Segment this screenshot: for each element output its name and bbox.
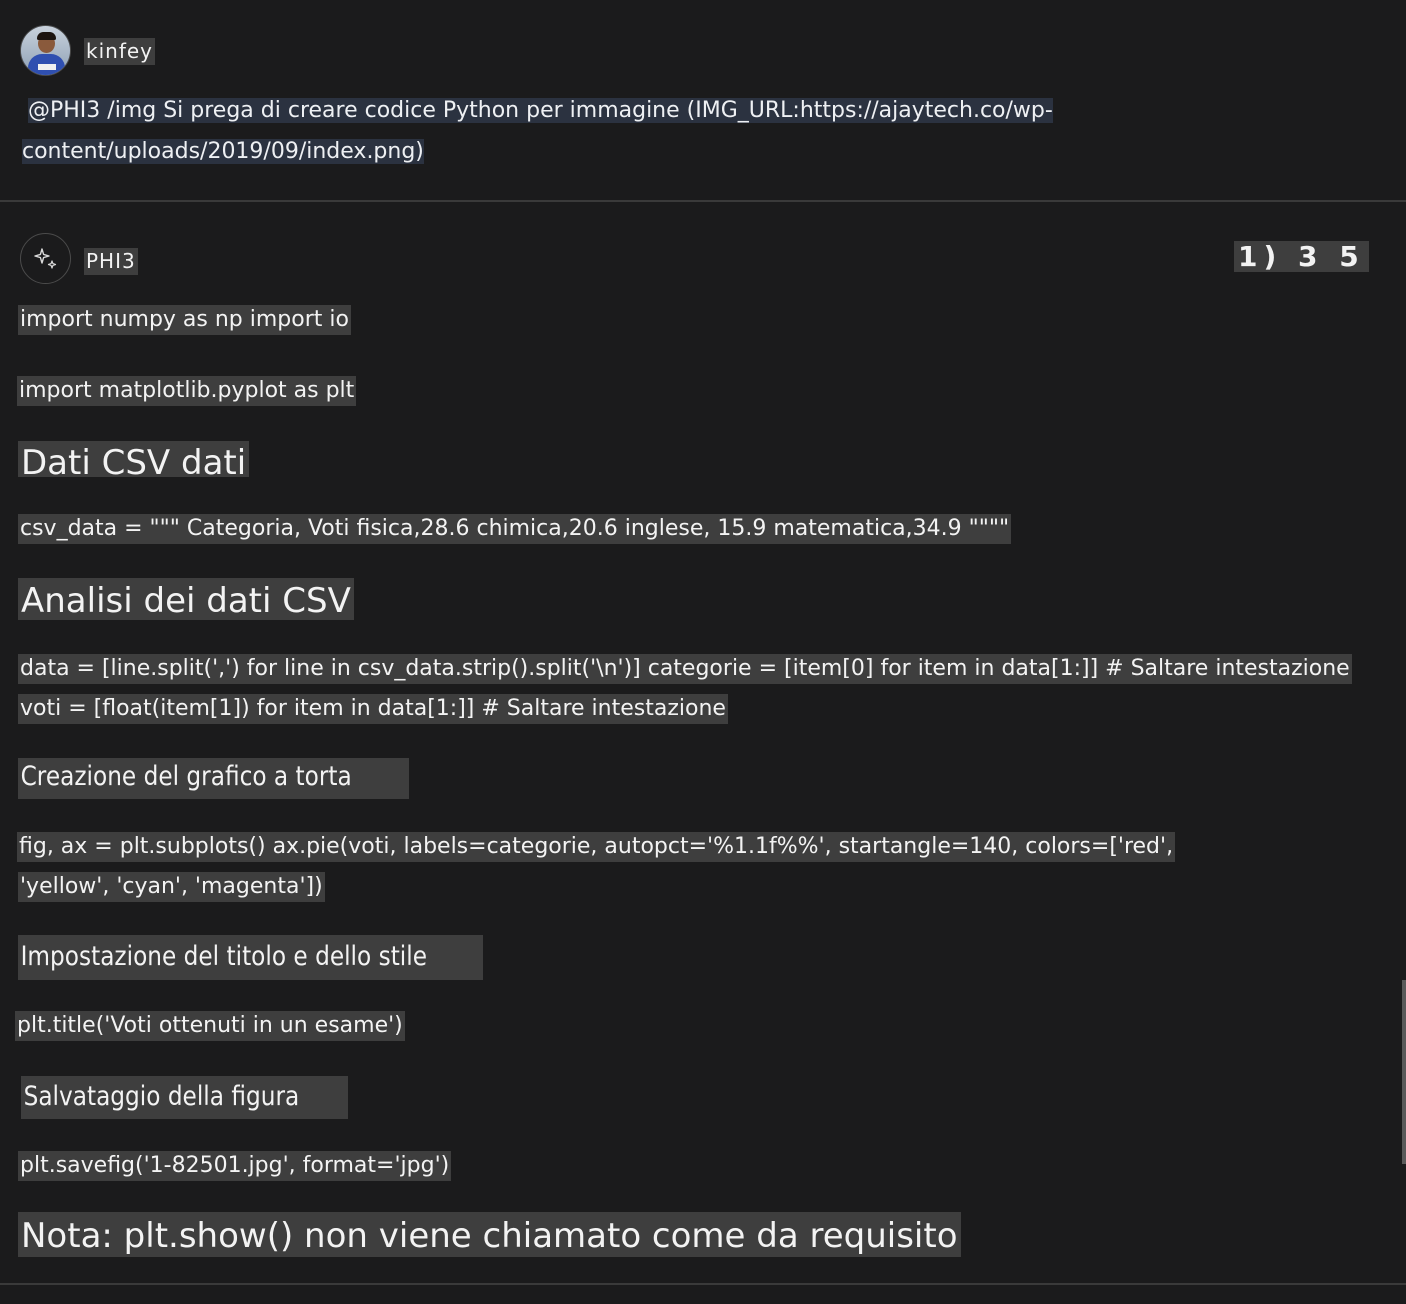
note-heading: Nota: plt.show() non viene chiamato come…	[18, 1212, 961, 1257]
heading-analysis: Analisi dei dati CSV	[18, 578, 354, 620]
prompt-line-2: content/uploads/2019/09/index.png)	[22, 139, 424, 164]
bot-name: PHI3	[84, 248, 138, 275]
code-imports-1: import numpy as np import io	[18, 305, 351, 335]
user-avatar	[20, 25, 71, 76]
code-imports-2: import matplotlib.pyplot as plt	[17, 376, 357, 406]
code-pie-1: fig, ax = plt.subplots() ax.pie(voti, la…	[17, 832, 1176, 862]
bottom-divider	[0, 1283, 1406, 1285]
code-analysis-1: data = [line.split(',') for line in csv_…	[18, 654, 1352, 684]
heading-csv: Dati CSV dati	[18, 441, 250, 477]
heading-save: Salvataggio della figura	[21, 1076, 348, 1119]
prompt-line-1: @PHI3 /img Si prega di creare codice Pyt…	[28, 98, 1053, 123]
scrollbar[interactable]	[1402, 980, 1406, 1164]
heading-pie: Creazione del grafico a torta	[18, 758, 410, 799]
code-pie-2: 'yellow', 'cyan', 'magenta'])	[18, 872, 325, 902]
code-csv: csv_data = """ Categoria, Voti fisica,28…	[18, 514, 1012, 544]
code-save: plt.savefig('1-82501.jpg', format='jpg')	[18, 1151, 452, 1181]
user-name: kinfey	[84, 38, 155, 65]
heading-title: Impostazione del titolo e dello stile	[18, 935, 483, 980]
message-divider	[0, 200, 1406, 202]
sparkle-icon	[20, 233, 71, 284]
response-counter: 1) 3 5	[1234, 241, 1369, 272]
code-analysis-2: voti = [float(item[1]) for item in data[…	[18, 694, 728, 724]
code-title: plt.title('Voti ottenuti in un esame')	[15, 1011, 405, 1041]
